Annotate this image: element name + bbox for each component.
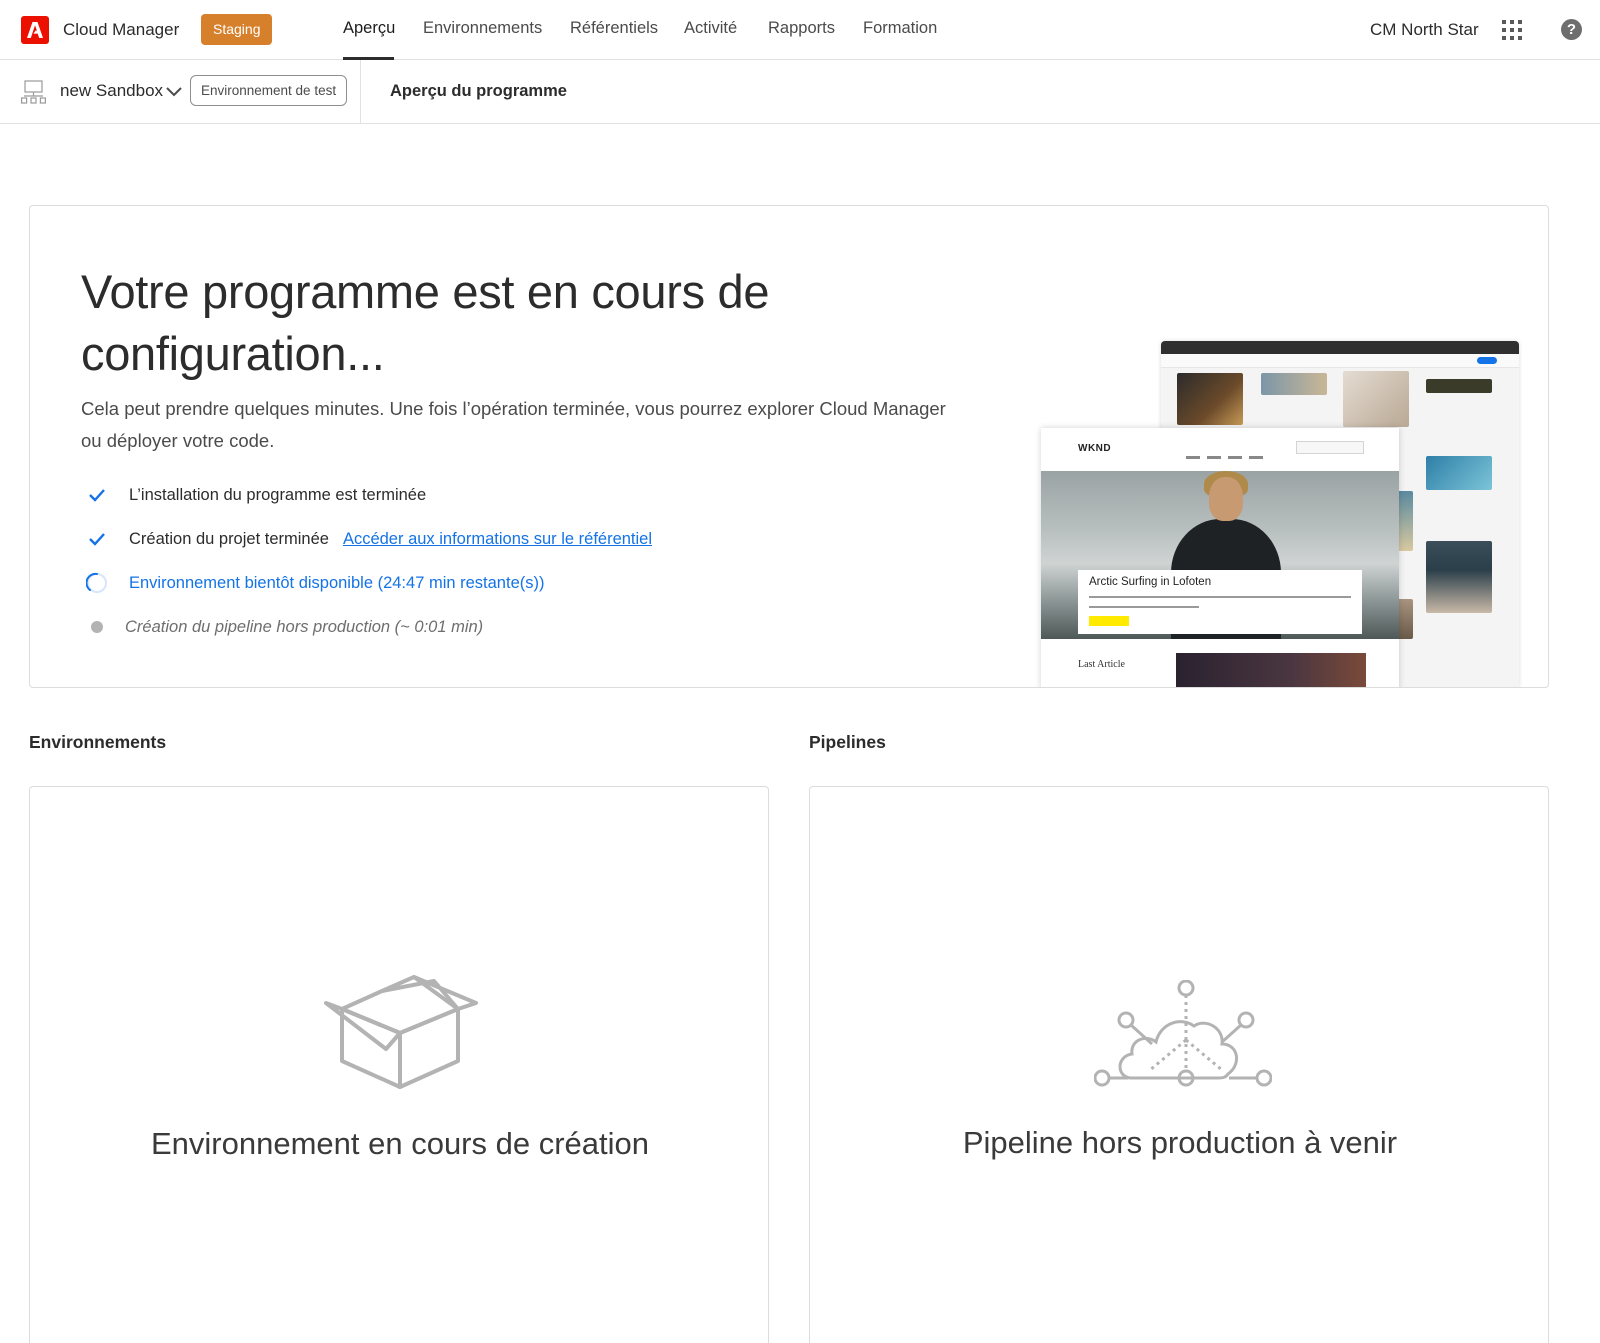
setup-description: Cela peut prendre quelques minutes. Une … xyxy=(81,398,946,451)
adobe-logo-icon[interactable] xyxy=(21,16,49,44)
pending-dot-icon xyxy=(85,615,109,639)
subbar-divider xyxy=(360,60,361,124)
spinner-icon xyxy=(85,571,109,595)
nav-tab-apercu[interactable]: Aperçu xyxy=(343,19,395,38)
pipelines-section-title: Pipelines xyxy=(809,732,886,752)
apps-grid-icon[interactable] xyxy=(1502,20,1522,40)
step-label: Création du projet terminée xyxy=(129,529,329,548)
nav-tab-environnements[interactable]: Environnements xyxy=(423,19,542,38)
org-switcher[interactable]: CM North Star xyxy=(1370,20,1479,40)
site-logo: WKND xyxy=(1078,443,1112,454)
app-title[interactable]: Cloud Manager xyxy=(63,20,179,40)
setup-step-program: L’installation du programme est terminée xyxy=(85,483,426,507)
article-title: Arctic Surfing in Lofoten xyxy=(1089,576,1212,588)
aem-sites-illustration: WKND Arctic Surfing in Lofoten Last Arti… xyxy=(1011,341,1531,687)
last-article-label: Last Article xyxy=(1078,659,1125,670)
pipelines-card: Pipeline hors production à venir xyxy=(809,786,1549,1343)
setup-step-environment: Environnement bientôt disponible (24:47 … xyxy=(85,571,544,595)
pipelines-empty-state: Pipeline hors production à venir xyxy=(962,1125,1398,1160)
page-title: Aperçu du programme xyxy=(390,82,567,100)
step-label: L’installation du programme est terminée xyxy=(129,485,427,504)
program-type-tag: Environnement de test xyxy=(190,75,348,106)
step-label: Environnement bientôt disponible (24:47 … xyxy=(129,573,545,592)
program-bar: new Sandbox Environnement de test Aperçu… xyxy=(0,60,1600,124)
step-label: Création du pipeline hors production (~ … xyxy=(125,617,484,636)
setup-title: Votre programme est en cours de configur… xyxy=(81,265,770,380)
article-caption: Arctic Surfing in Lofoten xyxy=(1078,570,1362,634)
nav-tab-referentiels[interactable]: Référentiels xyxy=(570,19,658,38)
setup-step-pipeline: Création du pipeline hors production (~ … xyxy=(85,615,483,639)
setup-status-card: Votre programme est en cours de configur… xyxy=(29,205,1549,688)
environments-empty-state: Environnement en cours de création xyxy=(150,1126,649,1161)
top-navigation-bar: Cloud Manager Staging Aperçu Environneme… xyxy=(0,0,1600,60)
environments-section-title: Environnements xyxy=(29,732,167,752)
wknd-site-screenshot: WKND Arctic Surfing in Lofoten Last Arti… xyxy=(1041,428,1399,687)
program-hierarchy-icon xyxy=(21,80,46,104)
repository-info-link[interactable]: Accéder aux informations sur le référent… xyxy=(343,530,652,549)
help-icon[interactable]: ? xyxy=(1561,19,1582,40)
nav-tab-activite[interactable]: Activité xyxy=(684,19,737,38)
checkmark-icon xyxy=(85,527,109,551)
staging-badge: Staging xyxy=(201,14,273,45)
cloud-network-icon xyxy=(1093,979,1273,1095)
program-selector[interactable]: new Sandbox xyxy=(60,81,163,101)
nav-tab-formation[interactable]: Formation xyxy=(863,19,937,38)
nav-tab-rapports[interactable]: Rapports xyxy=(768,19,835,38)
checkmark-icon xyxy=(85,483,109,507)
chevron-down-icon[interactable] xyxy=(166,85,182,97)
box-icon xyxy=(324,975,478,1096)
setup-step-project: Création du projet terminée Accéder aux … xyxy=(85,527,652,551)
environments-card: Environnement en cours de création xyxy=(29,786,769,1343)
